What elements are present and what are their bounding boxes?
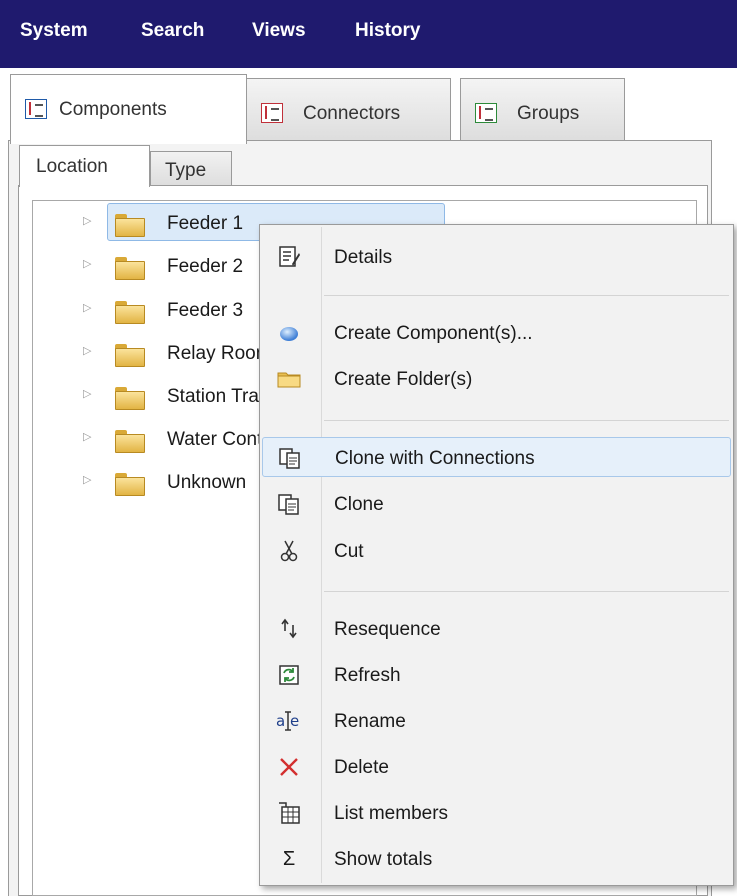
menu-search[interactable]: Search <box>141 20 204 42</box>
menu-item-label: Rename <box>334 711 406 732</box>
menu-item-details[interactable]: Details <box>262 237 731 277</box>
refresh-icon <box>276 663 302 687</box>
svg-text:a: a <box>276 712 285 730</box>
clone-icon <box>276 492 302 516</box>
tree-view-icon <box>475 103 497 123</box>
tab-connectors[interactable]: Connectors <box>246 78 451 144</box>
details-icon <box>276 245 302 269</box>
tree-item-label: Feeder 3 <box>167 300 244 321</box>
folder-icon <box>276 367 302 391</box>
tab-location[interactable]: Location <box>19 145 150 187</box>
expand-arrow-icon[interactable]: ▷ <box>83 473 91 486</box>
folder-icon <box>115 473 145 496</box>
tree-item-label: Unknown <box>167 472 247 493</box>
menu-separator <box>324 591 729 592</box>
menu-views[interactable]: Views <box>252 20 306 42</box>
folder-icon <box>115 430 145 453</box>
menu-item-label: Clone <box>334 494 384 515</box>
menu-system[interactable]: System <box>20 20 88 42</box>
expand-arrow-icon[interactable]: ▷ <box>83 430 91 443</box>
list-members-icon <box>276 801 302 825</box>
expand-arrow-icon[interactable]: ▷ <box>83 344 91 357</box>
menu-item-resequence[interactable]: Resequence <box>262 609 731 649</box>
tab-label: Connectors <box>303 103 401 124</box>
menu-item-label: Show totals <box>334 849 433 870</box>
tab-label: Components <box>59 99 167 120</box>
tree-item-label: Feeder 1 <box>167 213 244 234</box>
menu-item-label: Delete <box>334 757 389 778</box>
scissors-icon <box>276 539 302 563</box>
tab-components[interactable]: Components <box>10 74 247 144</box>
menu-item-label: List members <box>334 803 449 824</box>
tree-view-icon <box>25 99 47 119</box>
menu-item-clone-with-connections[interactable]: Clone with Connections <box>262 437 731 477</box>
resequence-icon <box>276 617 302 641</box>
menu-item-delete[interactable]: Delete <box>262 747 731 787</box>
menu-item-list-members[interactable]: List members <box>262 793 731 833</box>
menu-item-label: Refresh <box>334 665 401 686</box>
component-icon <box>276 321 302 345</box>
clone-icon <box>277 446 303 470</box>
menu-bar: System Search Views History <box>0 0 737 68</box>
folder-icon <box>115 257 145 280</box>
menu-item-label: Clone with Connections <box>335 448 535 469</box>
expand-arrow-icon[interactable]: ▷ <box>83 387 91 400</box>
tab-label: Location <box>36 156 108 177</box>
rename-icon: ae <box>276 709 302 733</box>
expand-arrow-icon[interactable]: ▷ <box>83 257 91 270</box>
menu-item-label: Create Component(s)... <box>334 323 533 344</box>
menu-separator <box>324 295 729 296</box>
folder-icon <box>115 387 145 410</box>
menu-separator <box>324 420 729 421</box>
folder-icon <box>115 301 145 324</box>
menu-item-label: Create Folder(s) <box>334 369 473 390</box>
menu-item-clone[interactable]: Clone <box>262 484 731 524</box>
tree-item-label: Feeder 2 <box>167 256 244 277</box>
menu-item-cut[interactable]: Cut <box>262 531 731 571</box>
sigma-icon: Σ <box>282 848 296 870</box>
menu-item-create-component[interactable]: Create Component(s)... <box>262 313 731 353</box>
tree-view-icon <box>261 103 283 123</box>
expand-arrow-icon[interactable]: ▷ <box>83 301 91 314</box>
menu-history[interactable]: History <box>355 20 420 42</box>
tab-groups[interactable]: Groups <box>460 78 625 144</box>
folder-icon <box>115 344 145 367</box>
folder-icon <box>115 214 145 237</box>
svg-text:e: e <box>290 712 299 730</box>
menu-item-label: Cut <box>334 541 364 562</box>
tree-item-label: Relay Room <box>167 343 272 364</box>
delete-icon <box>276 755 302 779</box>
menu-item-label: Details <box>334 247 393 268</box>
menu-item-refresh[interactable]: Refresh <box>262 655 731 695</box>
expand-arrow-icon[interactable]: ▷ <box>83 214 91 227</box>
context-menu: Details Create Component(s)... Create Fo… <box>259 224 734 886</box>
menu-item-rename[interactable]: ae Rename <box>262 701 731 741</box>
menu-item-create-folder[interactable]: Create Folder(s) <box>262 359 731 399</box>
menu-item-label: Resequence <box>334 619 441 640</box>
menu-item-show-totals[interactable]: Σ Show totals <box>262 839 731 879</box>
tab-label: Type <box>165 160 207 181</box>
tab-label: Groups <box>517 103 580 124</box>
